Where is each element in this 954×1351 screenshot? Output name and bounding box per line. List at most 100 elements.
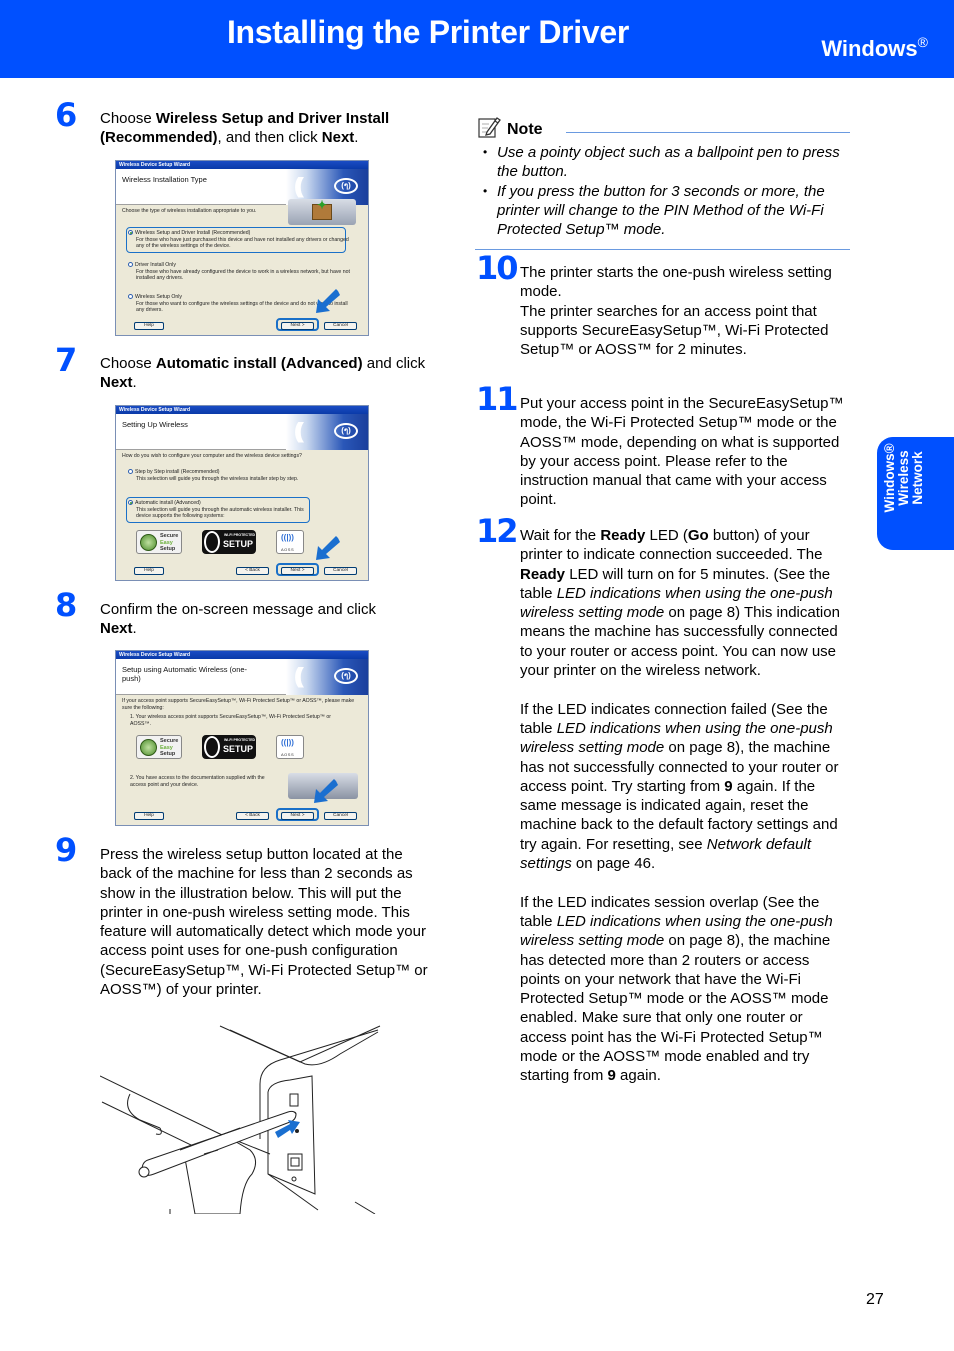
- os-label-text: Windows: [821, 36, 918, 61]
- step-7-text: Choose Automatic install (Advanced) and …: [100, 354, 430, 393]
- dialog-question: If your access point supports SecureEasy…: [122, 698, 355, 711]
- step-paragraph: If the LED indicates session overlap (Se…: [520, 893, 833, 1085]
- section-tab-label: Windows® Wireless Network: [882, 423, 925, 533]
- dialog-body: How do you wish to configure your comput…: [116, 450, 368, 462]
- secure-easy-setup-logo: Secure Easy Setup: [136, 530, 182, 554]
- page-number: 27: [866, 1291, 884, 1308]
- section-tab-line: Windows®: [882, 443, 897, 513]
- printer-button-illustration: [100, 1025, 381, 1214]
- text-run-bold: Next: [100, 374, 133, 392]
- aoss-logo: ((|)) AOSS: [276, 735, 304, 759]
- cancel-button[interactable]: Cancel: [324, 567, 357, 575]
- text-run: , and then click: [217, 129, 322, 147]
- step-12-text: Wait for the Ready LED (Go button) of yo…: [520, 526, 852, 1086]
- step-number: 7: [55, 341, 77, 379]
- next-button[interactable]: Next >: [281, 812, 314, 820]
- text-run-bold: Next: [321, 129, 355, 147]
- step-paragraph: The printer starts the one-push wireless…: [520, 264, 832, 301]
- next-button[interactable]: Next >: [281, 322, 314, 330]
- text-run: Choose: [100, 110, 156, 127]
- option-driver-install-only[interactable]: Driver Install Only For those who have a…: [128, 262, 353, 282]
- step-number: 12: [476, 512, 519, 550]
- registered-mark: ®: [917, 34, 928, 50]
- dialog-body: If your access point supports SecureEasy…: [116, 695, 368, 714]
- page-header: Installing the Printer Driver Windows®: [0, 0, 954, 78]
- option-desc: For those who have already configured th…: [136, 268, 350, 282]
- window-title: Wireless Device Setup Wizard: [116, 161, 368, 169]
- option-desc: This selection will guide you through th…: [136, 475, 299, 482]
- step-11-text: Put your access point in the SecureEasyS…: [520, 395, 844, 509]
- note-item: If you press the button for 3 seconds or…: [483, 182, 853, 240]
- text-run-bold: Automatic install (Advanced): [155, 355, 363, 372]
- requirement-1: 1. Your wireless access point supports S…: [130, 714, 331, 727]
- section-tab-line: Wireless: [896, 450, 911, 506]
- option-step-by-step[interactable]: Step by Step install (Recommended) This …: [128, 469, 353, 482]
- radio-icon[interactable]: [128, 294, 133, 300]
- step-number: 9: [55, 831, 77, 869]
- note-item: Use a pointy object such as a ballpoint …: [483, 143, 853, 182]
- step-paragraph: The printer searches for an access point…: [520, 302, 829, 359]
- note-pencil-icon: [478, 117, 501, 138]
- wizard-screenshot-automatic-wireless: Wireless Device Setup Wizard Setup using…: [115, 650, 369, 826]
- secure-easy-setup-logo: Secure Easy Setup: [136, 735, 182, 759]
- radio-icon[interactable]: [128, 469, 133, 475]
- step-10-text: The printer starts the one-push wireless…: [520, 263, 852, 359]
- cancel-button[interactable]: Cancel: [324, 322, 357, 330]
- text-run: and click: [362, 355, 426, 372]
- radio-selected-icon[interactable]: [128, 500, 133, 506]
- wizard-screenshot-installation-type: Wireless Device Setup Wizard Wireless In…: [115, 160, 369, 336]
- dialog-heading: Setup using Automatic Wireless (one-push…: [122, 665, 248, 683]
- note-label: Note: [507, 121, 543, 138]
- radio-selected-icon[interactable]: [128, 230, 133, 236]
- wireless-logo-icon: ((((ๆ): [286, 659, 368, 695]
- pointer-arrow-icon: [316, 289, 340, 313]
- option-label: Step by Step install (Recommended): [135, 469, 220, 475]
- wizard-screenshot-setting-up-wireless: Wireless Device Setup Wizard Setting Up …: [115, 405, 369, 581]
- dialog-heading: Setting Up Wireless: [122, 420, 188, 429]
- option-label: Driver Install Only: [135, 262, 176, 268]
- option-automatic-install[interactable]: Automatic install (Advanced) This select…: [128, 500, 308, 520]
- radio-icon[interactable]: [128, 262, 133, 268]
- step-number: 10: [476, 249, 519, 287]
- window-title: Wireless Device Setup Wizard: [116, 651, 368, 659]
- help-button[interactable]: Help: [134, 812, 164, 820]
- pointer-arrow-icon: [316, 536, 340, 560]
- step-number: 11: [476, 380, 519, 418]
- wireless-logo-icon: ((((ๆ): [286, 414, 368, 450]
- option-label: Wireless Setup Only: [135, 294, 182, 300]
- back-button[interactable]: < Back: [236, 567, 269, 575]
- option-wireless-setup-and-driver[interactable]: Wireless Setup and Driver Install (Recom…: [128, 230, 353, 250]
- option-label: Automatic install (Advanced): [135, 500, 201, 506]
- section-tab: Windows® Wireless Network: [877, 437, 954, 550]
- text-run: .: [354, 129, 359, 147]
- option-desc: For those who have just purchased this d…: [136, 236, 349, 250]
- step-8-text: Confirm the on-screen message and click …: [100, 600, 430, 639]
- help-button[interactable]: Help: [134, 322, 164, 330]
- step-paragraph: Wait for the Ready LED (Go button) of yo…: [520, 527, 840, 680]
- os-label: Windows®: [821, 34, 928, 62]
- aoss-logo: ((|)) AOSS: [276, 530, 304, 554]
- step-paragraph: If the LED indicates connection failed (…: [520, 700, 839, 873]
- step-number: 6: [55, 96, 77, 134]
- text-run: Choose: [100, 355, 156, 372]
- dialog-heading: Wireless Installation Type: [122, 175, 207, 184]
- text-run: .: [132, 374, 137, 392]
- page-title: Installing the Printer Driver: [226, 14, 630, 50]
- help-button[interactable]: Help: [134, 567, 164, 575]
- window-title: Wireless Device Setup Wizard: [116, 406, 368, 414]
- text-run: Confirm the on-screen message and click: [100, 601, 376, 618]
- install-box-icon: ✦: [288, 199, 356, 225]
- note-list: Use a pointy object such as a ballpoint …: [483, 143, 853, 239]
- option-label: Wireless Setup and Driver Install (Recom…: [135, 230, 251, 236]
- wifi-protected-setup-logo: Wi-Fi PROTECTED SETUP: [202, 735, 256, 759]
- dialog-question: How do you wish to configure your comput…: [122, 453, 302, 459]
- text-run-bold: Next: [100, 620, 133, 638]
- note-bottom-divider: [475, 249, 850, 250]
- note-divider: [566, 132, 850, 133]
- step-9-text: Press the wireless setup button located …: [100, 846, 428, 999]
- step-number: 8: [55, 586, 77, 624]
- next-button[interactable]: Next >: [281, 567, 314, 575]
- cancel-button[interactable]: Cancel: [324, 812, 357, 820]
- back-button[interactable]: < Back: [236, 812, 269, 820]
- step-6-text: Choose Wireless Setup and Driver Install…: [100, 109, 430, 148]
